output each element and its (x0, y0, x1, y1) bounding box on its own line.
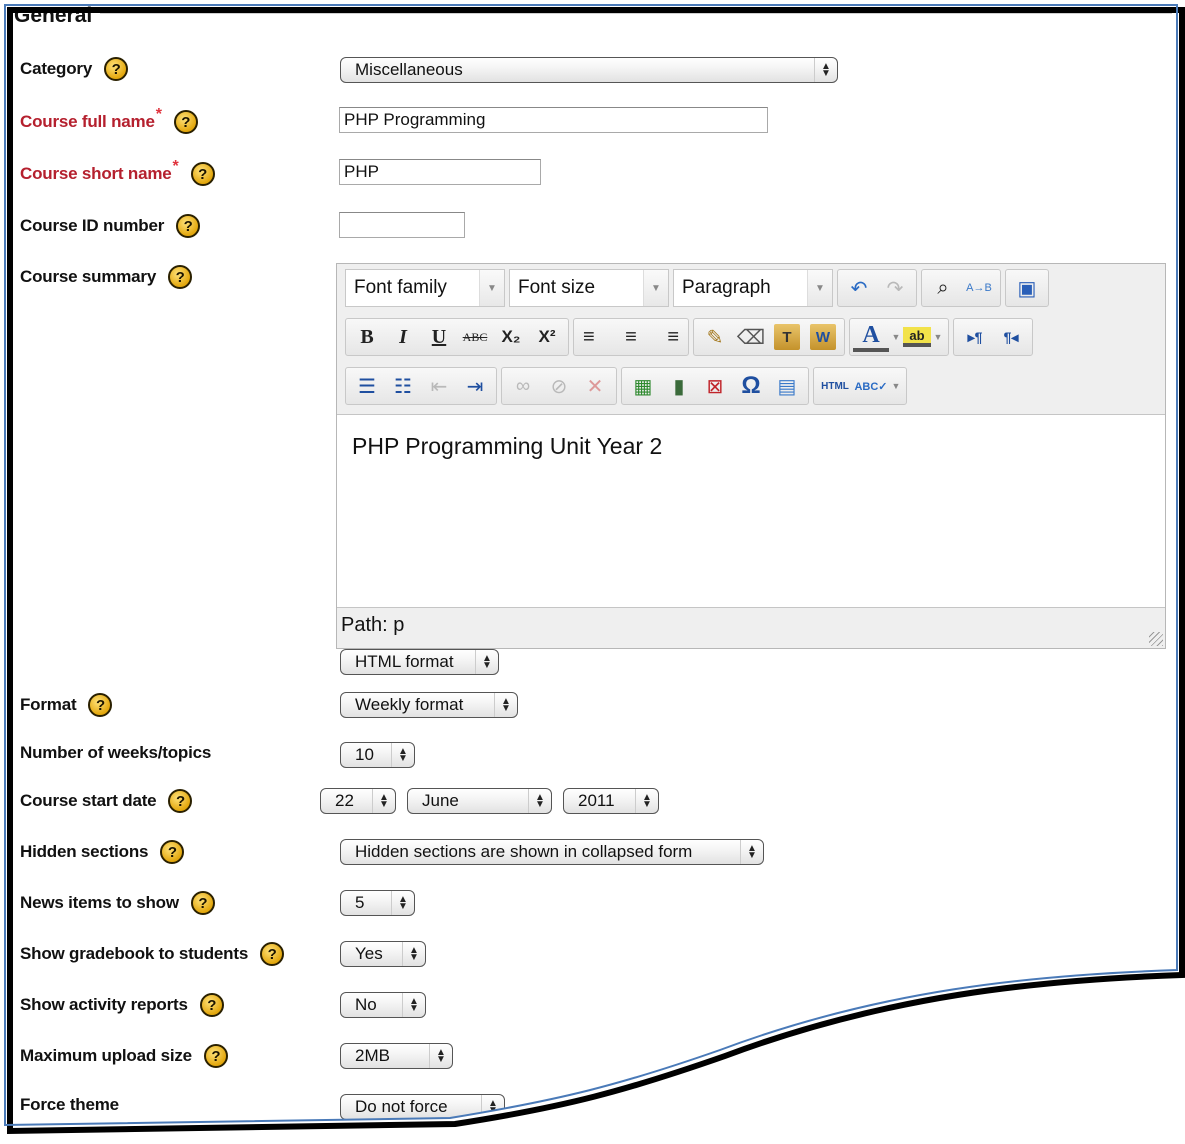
torn-page-frame (4, 4, 1185, 1135)
frame-shadow (7, 7, 1185, 1135)
frame-border (4, 4, 1178, 1127)
